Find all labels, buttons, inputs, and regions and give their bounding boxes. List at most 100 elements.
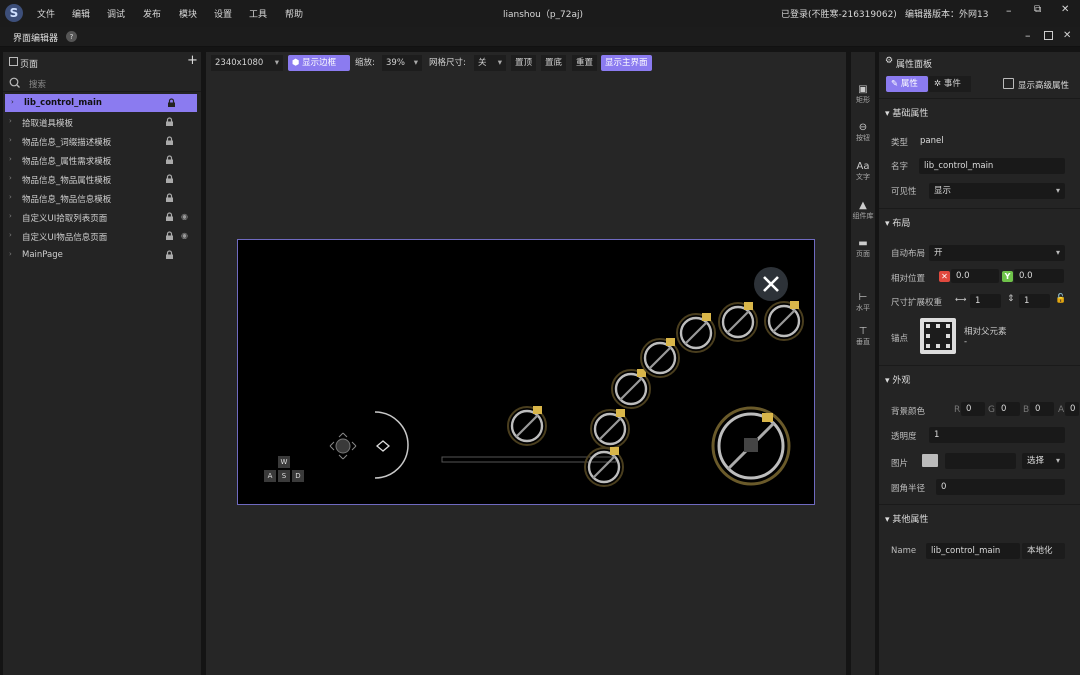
localize-button[interactable]: 本地化 xyxy=(1022,543,1065,559)
chevron-right-icon[interactable]: › xyxy=(9,193,12,201)
tab-events[interactable]: ✲ 事件 xyxy=(929,76,971,92)
chevron-right-icon[interactable]: › xyxy=(9,212,12,220)
add-page-button[interactable]: + xyxy=(187,53,198,68)
skill-button[interactable] xyxy=(718,302,758,342)
menu-debug[interactable]: 调试 xyxy=(107,7,125,20)
skill-button[interactable] xyxy=(640,338,680,378)
page-list-item[interactable]: › 自定义UI拾取列表页面 ◉ xyxy=(3,208,195,226)
lock-icon[interactable] xyxy=(165,212,173,221)
visible-select[interactable]: 显示 xyxy=(929,183,1065,199)
key-a[interactable]: A xyxy=(264,470,276,482)
chevron-right-icon[interactable]: › xyxy=(9,117,12,125)
text-widget[interactable]: Aa 文字 xyxy=(851,161,875,182)
menu-tools[interactable]: 工具 xyxy=(249,7,267,20)
zoom-select[interactable]: 39% ▾ xyxy=(382,55,422,71)
lock-icon[interactable] xyxy=(165,174,173,183)
skill-button[interactable] xyxy=(584,447,624,487)
name-input[interactable]: lib_control_main xyxy=(919,158,1065,174)
close-icon[interactable]: ✕ xyxy=(1061,4,1069,15)
key-s[interactable]: S xyxy=(278,470,290,482)
restore-icon[interactable]: ⧉ xyxy=(1034,4,1041,15)
lock-icon[interactable] xyxy=(165,250,173,259)
lock-icon[interactable] xyxy=(165,193,173,202)
page-list-item[interactable]: › lib_control_main xyxy=(5,94,197,112)
menu-module[interactable]: 模块 xyxy=(179,7,197,20)
page-list-item[interactable]: › 物品信息_物品信息模板 xyxy=(3,189,195,207)
skill-button[interactable] xyxy=(507,406,547,446)
joystick[interactable] xyxy=(329,411,409,479)
page-list-item[interactable]: › 物品信息_物品属性模板 xyxy=(3,170,195,188)
library-widget[interactable]: ▲ 组件库 xyxy=(851,200,875,221)
opacity-input[interactable]: 1 xyxy=(929,427,1065,443)
section-layout[interactable]: ▾ 布局 xyxy=(885,216,910,229)
grid-select[interactable]: 关 ▾ xyxy=(474,55,506,71)
show-main-button[interactable]: 显示主界面 xyxy=(601,55,652,71)
pos-x-input[interactable]: 0.0 xyxy=(951,269,999,283)
menu-publish[interactable]: 发布 xyxy=(143,7,161,20)
image-choose-select[interactable]: 选择 xyxy=(1022,453,1065,469)
name2-input[interactable]: lib_control_main xyxy=(926,543,1020,559)
panel-minimize-icon[interactable]: – xyxy=(1025,29,1031,42)
expand-w-input[interactable]: 1 xyxy=(970,294,1001,308)
eye-icon[interactable]: ◉ xyxy=(181,231,188,240)
chevron-right-icon[interactable]: › xyxy=(11,98,14,106)
skill-button[interactable] xyxy=(764,301,804,341)
attack-button[interactable] xyxy=(711,406,791,486)
g-input[interactable]: 0 xyxy=(996,402,1020,416)
minimize-icon[interactable]: – xyxy=(1006,4,1012,17)
lock-icon[interactable] xyxy=(165,231,173,240)
section-basic[interactable]: ▾ 基础属性 xyxy=(885,106,928,119)
align-vertical[interactable]: ⊤ 垂直 xyxy=(851,326,875,347)
show-border-button[interactable]: ⬢ 显示边框 xyxy=(288,55,350,71)
key-w[interactable]: W xyxy=(278,456,290,468)
menu-file[interactable]: 文件 xyxy=(37,7,55,20)
button-widget[interactable]: ⊖ 按钮 xyxy=(851,122,875,143)
page-list-item[interactable]: › 拾取道具模板 xyxy=(3,113,195,131)
search-input[interactable]: 搜索 xyxy=(29,78,46,90)
panel-maximize-icon[interactable] xyxy=(1044,31,1053,40)
page-list-item[interactable]: › MainPage xyxy=(3,246,195,264)
anchor-picker[interactable] xyxy=(920,318,956,354)
lock-icon[interactable] xyxy=(165,117,173,126)
align-horizontal[interactable]: ⊢ 水平 xyxy=(851,292,875,313)
chevron-right-icon[interactable]: › xyxy=(9,231,12,239)
chevron-right-icon[interactable]: › xyxy=(9,174,12,182)
close-game-button[interactable] xyxy=(754,267,788,301)
image-input[interactable] xyxy=(945,453,1016,469)
lock-icon[interactable] xyxy=(165,155,173,164)
help-icon[interactable]: ? xyxy=(66,31,77,42)
lock-icon[interactable] xyxy=(165,136,173,145)
lock-icon[interactable]: 🔓 xyxy=(1055,294,1066,304)
skill-button[interactable] xyxy=(676,313,716,353)
tab-properties[interactable]: ✎ 属性 xyxy=(886,76,928,92)
section-other[interactable]: ▾ 其他属性 xyxy=(885,512,928,525)
menu-settings[interactable]: 设置 xyxy=(214,7,232,20)
key-d[interactable]: D xyxy=(292,470,304,482)
section-appearance[interactable]: ▾ 外观 xyxy=(885,373,910,386)
page-list-item[interactable]: › 自定义UI物品信息页面 ◉ xyxy=(3,227,195,245)
search-bar[interactable]: 搜索 xyxy=(3,74,201,92)
resolution-select[interactable]: 2340x1080 ▾ xyxy=(211,55,283,71)
advanced-checkbox[interactable] xyxy=(1003,78,1014,89)
chevron-right-icon[interactable]: › xyxy=(9,155,12,163)
game-canvas[interactable]: W A S D xyxy=(237,239,815,505)
b-input[interactable]: 0 xyxy=(1030,402,1054,416)
auto-layout-select[interactable]: 开 xyxy=(929,245,1065,261)
rect-widget[interactable]: ▣ 矩形 xyxy=(851,84,875,105)
expand-h-input[interactable]: 1 xyxy=(1019,294,1050,308)
r-input[interactable]: 0 xyxy=(961,402,985,416)
panel-close-icon[interactable]: ✕ xyxy=(1063,30,1071,41)
menu-help[interactable]: 帮助 xyxy=(285,7,303,20)
pos-y-input[interactable]: 0.0 xyxy=(1014,269,1064,283)
a-input[interactable]: 0 xyxy=(1065,402,1079,416)
page-widget[interactable]: ▬ 页面 xyxy=(851,238,875,259)
skill-button[interactable] xyxy=(611,369,651,409)
skill-button[interactable] xyxy=(590,409,630,449)
eye-icon[interactable]: ◉ xyxy=(181,212,188,221)
chevron-right-icon[interactable]: › xyxy=(9,136,12,144)
radius-input[interactable]: 0 xyxy=(936,479,1065,495)
send-bottom-button[interactable]: 置底 xyxy=(541,55,567,71)
skill-buttons[interactable] xyxy=(507,301,804,487)
bring-top-button[interactable]: 置顶 xyxy=(511,55,537,71)
menu-edit[interactable]: 编辑 xyxy=(72,7,90,20)
